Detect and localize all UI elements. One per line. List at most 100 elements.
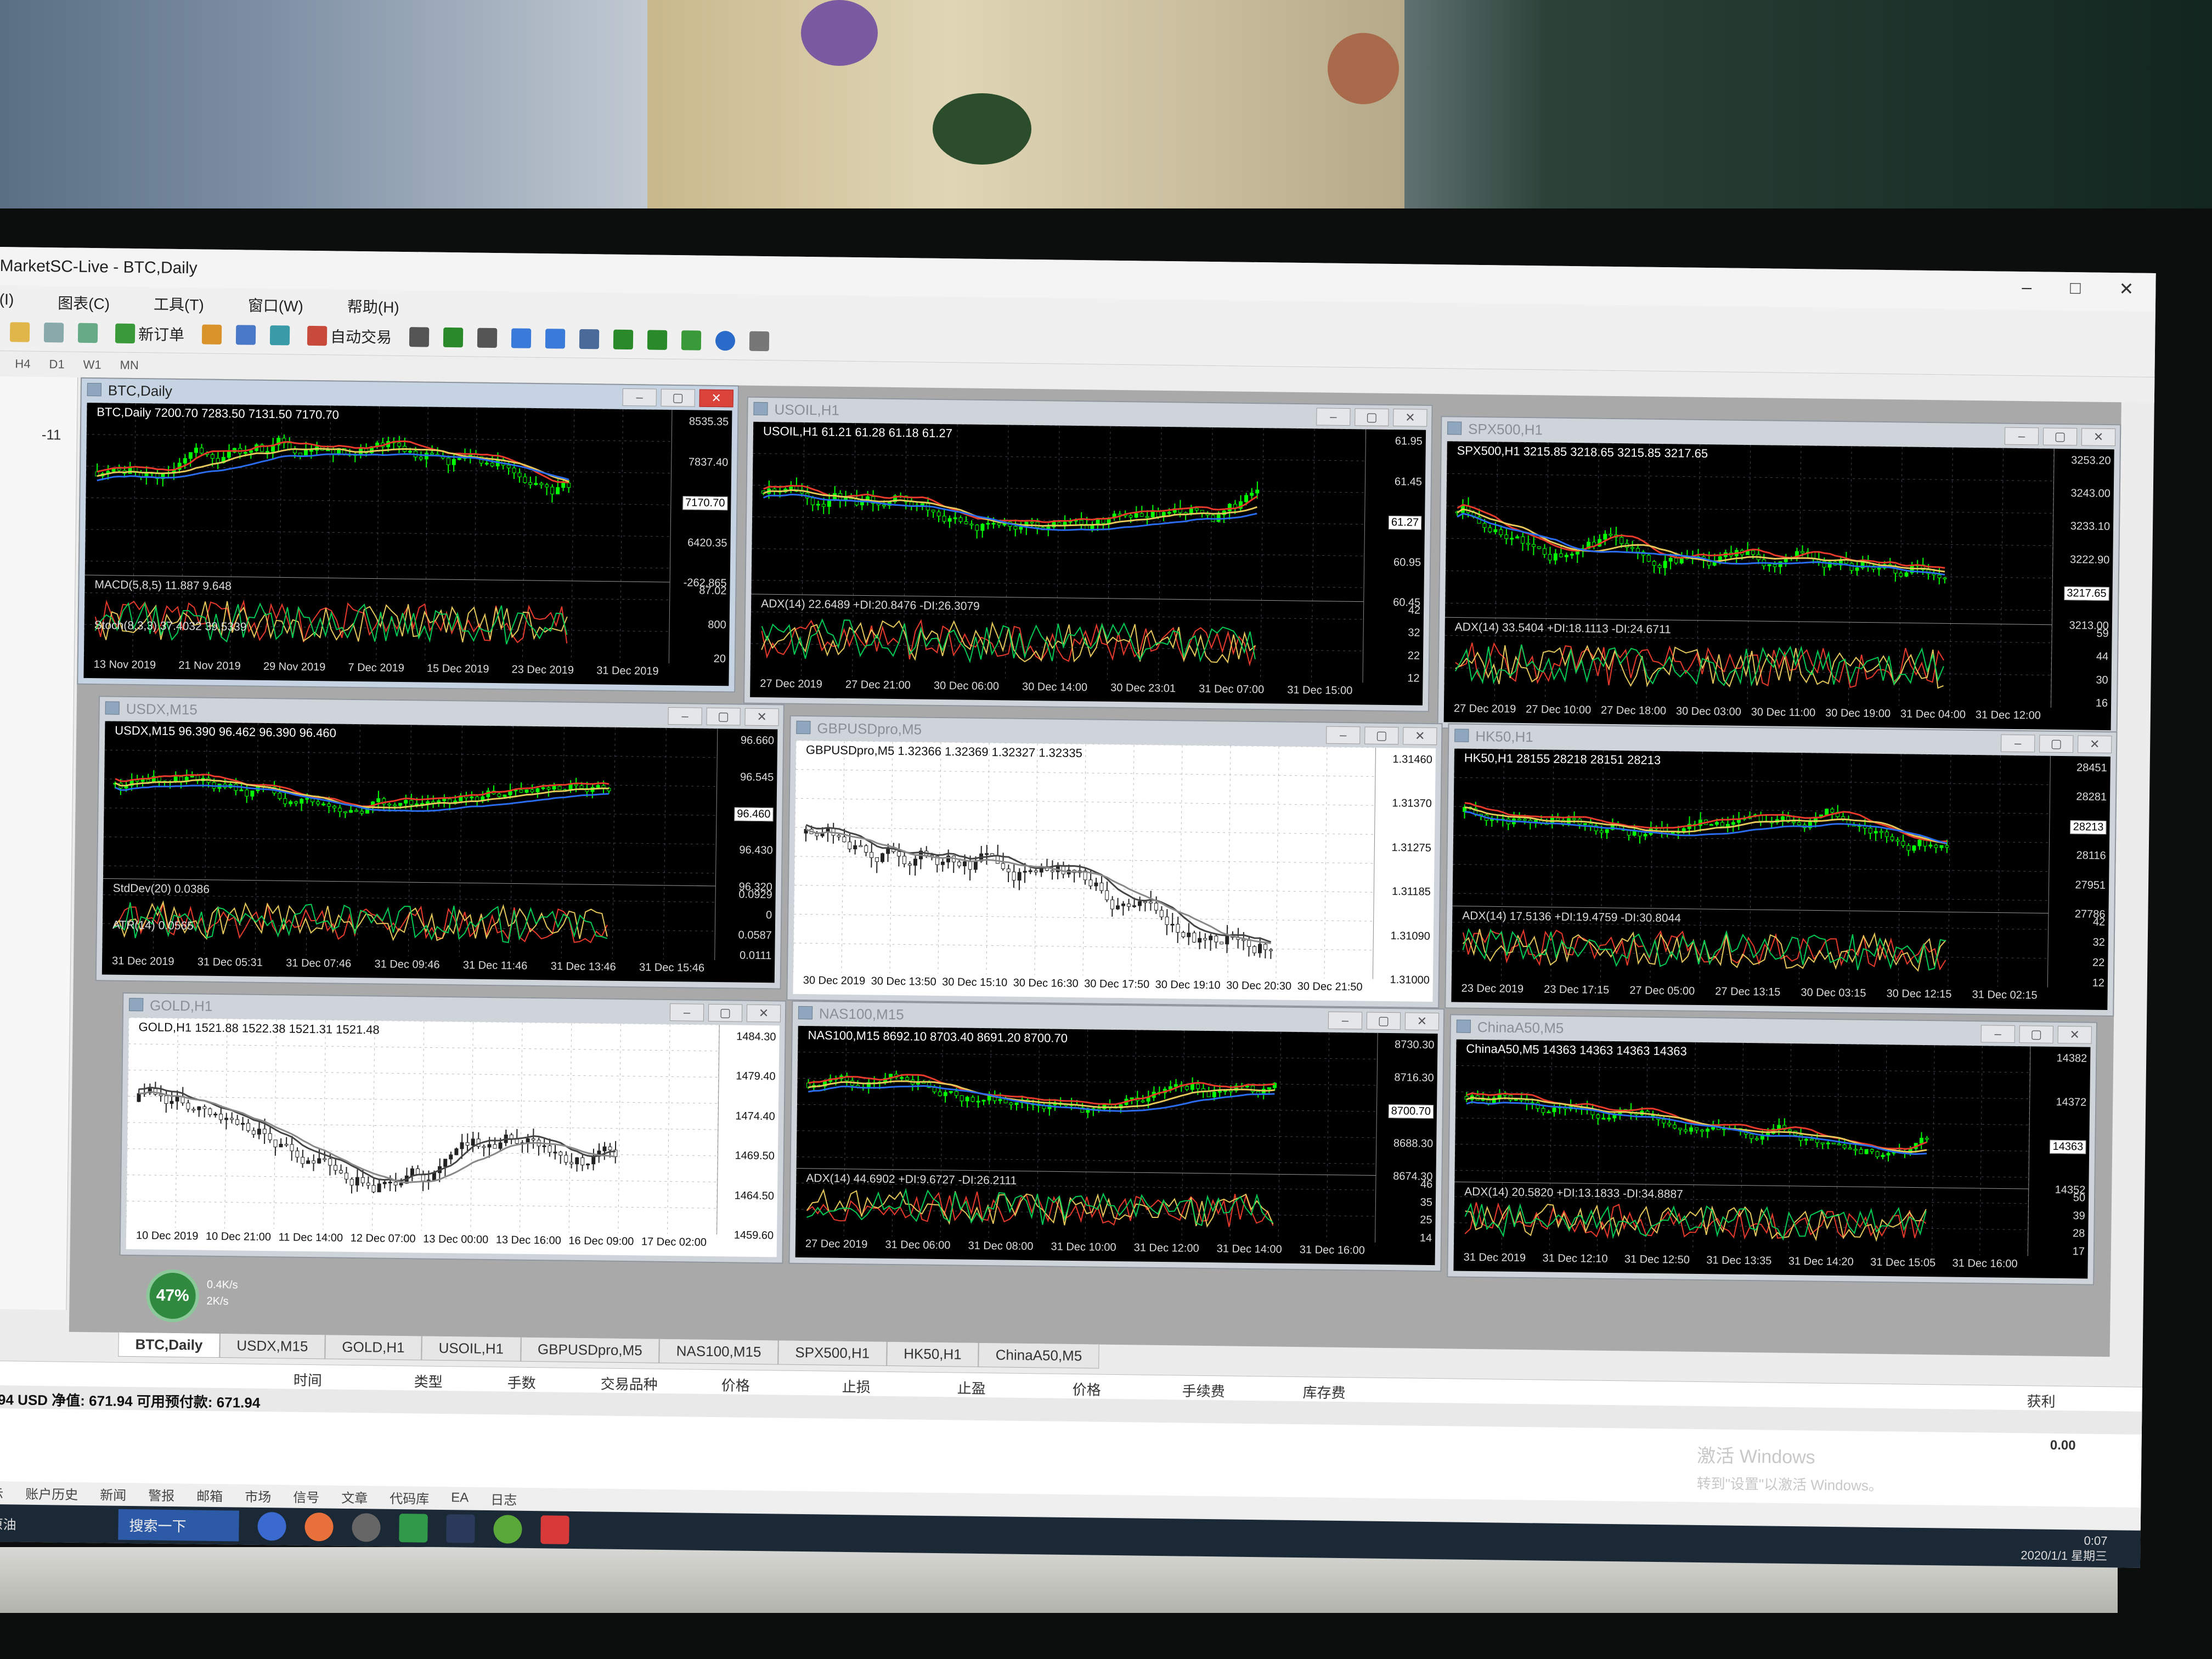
terminal-tab[interactable]: 信号 [293,1486,319,1506]
minimize-icon[interactable]: – [1980,1025,2015,1043]
zoom-in-icon[interactable] [511,328,532,348]
navigator-icon[interactable] [77,323,98,343]
minimize-icon[interactable]: – [1328,1011,1363,1030]
column-header[interactable]: 获利 [2027,1390,2055,1411]
bar-chart-icon[interactable] [409,326,430,347]
restore-icon[interactable]: ▢ [2039,735,2074,753]
close-icon[interactable]: ✕ [2057,1025,2092,1044]
candle-chart-icon[interactable] [443,327,464,347]
zoom-out-icon[interactable] [545,328,566,349]
restore-icon[interactable]: ▢ [2019,1025,2053,1043]
close-icon[interactable]: ✕ [2081,428,2116,447]
browser-icon[interactable] [304,1512,334,1542]
close-icon[interactable]: ✕ [2078,735,2112,754]
chart-tab[interactable]: NAS100,M15 [659,1339,778,1365]
timeframe-w1[interactable]: W1 [83,358,101,372]
chart-tab[interactable]: BTC,Daily [118,1332,220,1358]
chart-plot[interactable]: ChinaA50,M5 14363 14363 14363 14363 ADX(1… [1453,1039,2091,1279]
pen-icon[interactable] [446,1514,475,1543]
terminal-tab[interactable]: 日志 [490,1489,517,1509]
column-header[interactable]: 交易品种 [601,1373,658,1394]
shift-icon[interactable] [647,329,668,350]
restore-icon[interactable]: ▢ [1364,726,1399,745]
terminal-tab[interactable]: 市场 [245,1486,271,1505]
terminal-tab[interactable]: 示 [0,1482,3,1502]
minimize-icon[interactable]: – [622,388,657,407]
terminal-tab[interactable]: 警报 [148,1485,174,1504]
close-icon[interactable]: ✕ [1403,727,1437,746]
taskbar-search[interactable]: 搜索一下 [118,1509,239,1542]
restore-icon[interactable]: ▢ [1355,408,1389,426]
restore-icon[interactable]: ▢ [661,388,695,407]
chart-plot[interactable]: BTC,Daily 7200.70 7283.50 7131.50 7170.7… [83,402,732,686]
chart-window[interactable]: HK50,H1– ▢ ✕ HK50,H1 28155 28218 28151 2821… [1444,723,2118,1017]
folder-icon[interactable] [9,321,30,342]
column-header[interactable]: 库存费 [1302,1381,1345,1402]
chart-tab[interactable]: USDX,M15 [219,1334,325,1359]
column-header[interactable]: 止损 [842,1376,871,1397]
column-header[interactable]: 价格 [721,1374,750,1395]
minimize-icon[interactable]: – [668,707,702,725]
chart-window[interactable]: NAS100,M15– ▢ ✕ NAS100,M15 8692.10 8703.40 … [788,1000,1445,1272]
terminal-tab[interactable]: 文章 [341,1487,368,1506]
column-header[interactable]: 价格 [1072,1379,1101,1400]
terminal-tab[interactable]: 代码库 [390,1487,429,1507]
window-icon[interactable] [43,322,64,342]
minimize-icon[interactable]: – [669,1003,704,1022]
close-icon[interactable]: ✕ [1393,409,1427,427]
restore-icon[interactable]: ▢ [1366,1012,1401,1030]
chart-tab[interactable]: USOIL,H1 [421,1336,521,1362]
chart-window[interactable]: GBPUSDpro,M5– ▢ ✕ GBPUSDpro,M5 1.32366 1.32… [786,715,1443,1009]
clock-icon[interactable] [715,330,736,351]
column-header[interactable]: 时间 [294,1369,322,1390]
timeframe-h4[interactable]: H4 [15,357,30,371]
minimize-icon[interactable]: – [2022,277,2032,298]
chart-window[interactable]: BTC,Daily – ▢ ✕ BTC,Daily 7200.70 7283.50 71… [77,377,740,693]
indicators-icon[interactable] [681,330,702,351]
chart-app-icon[interactable] [399,1514,428,1543]
chart-plot[interactable]: HK50,H1 28155 28218 28151 28213 ADX(14) 1… [1451,748,2111,1011]
tile-icon[interactable] [579,329,600,349]
close-icon[interactable]: ✕ [699,389,733,408]
template-icon[interactable] [749,331,770,351]
close-icon[interactable]: ✕ [1404,1012,1440,1031]
chart-window[interactable]: SPX500,H1– ▢ ✕ SPX500,H1 3215.85 3218.65 32… [1437,416,2121,737]
terminal-tab[interactable]: 邮箱 [196,1485,223,1505]
minimize-icon[interactable]: – [1316,408,1351,426]
terminal-tab[interactable]: EA [451,1490,469,1505]
menu-item[interactable]: (I) [0,291,14,313]
timeframe-d1[interactable]: D1 [49,357,64,371]
close-icon[interactable]: ✕ [746,1004,781,1023]
chart-window[interactable]: USOIL,H1– ▢ ✕ USOIL,H1 61.21 61.28 61.18 61… [743,396,1433,712]
column-header[interactable]: 类型 [414,1370,443,1391]
maximize-icon[interactable]: □ [2070,278,2081,298]
chart-window[interactable]: GOLD,H1– ▢ ✕ GOLD,H1 1521.88 1522.38 1521.3… [119,992,787,1264]
minimize-icon[interactable]: – [2001,734,2035,753]
chart-tab[interactable]: GBPUSDpro,M5 [520,1337,660,1363]
chart-plot[interactable]: USDX,M15 96.390 96.462 96.390 96.460 StdD… [101,721,778,983]
restore-icon[interactable]: ▢ [706,707,741,726]
column-header[interactable]: 手数 [507,1372,536,1392]
menu-item-charts[interactable]: 图表(C) [58,291,110,314]
google-icon[interactable] [352,1513,381,1542]
autoscroll-icon[interactable] [613,329,634,349]
terminal-tab[interactable]: 新闻 [100,1484,126,1504]
chart-window[interactable]: ChinaA50,M5– ▢ ✕ ChinaA50,M5 14363 14363 14… [1447,1014,2098,1285]
menu-item-help[interactable]: 帮助(H) [347,295,399,318]
menu-item-window[interactable]: 窗口(W) [248,294,304,317]
close-icon[interactable]: ✕ [2119,278,2134,299]
chart-tab[interactable]: SPX500,H1 [778,1340,887,1366]
chart-plot[interactable]: GOLD,H1 1521.88 1522.38 1521.31 1521.48 1… [126,1017,780,1257]
globe-icon[interactable] [269,325,290,345]
auto-trading-button[interactable]: 自动交易 [304,321,396,350]
terminal-tab[interactable]: 账户历史 [25,1483,78,1503]
timeframe-mn[interactable]: MN [120,358,139,373]
chart-plot[interactable]: USOIL,H1 61.21 61.28 61.18 61.27 ADX(14) … [750,421,1426,706]
app-k-icon[interactable] [257,1511,286,1541]
restore-icon[interactable]: ▢ [2042,427,2078,446]
chart-tab[interactable]: HK50,H1 [886,1341,979,1367]
menu-item-tools[interactable]: 工具(T) [154,292,204,315]
chart-plot[interactable]: SPX500,H1 3215.85 3218.65 3215.85 3217.6… [1443,441,2114,731]
new-order-button[interactable]: 新订单 [112,319,188,348]
wps-icon[interactable] [540,1515,569,1544]
